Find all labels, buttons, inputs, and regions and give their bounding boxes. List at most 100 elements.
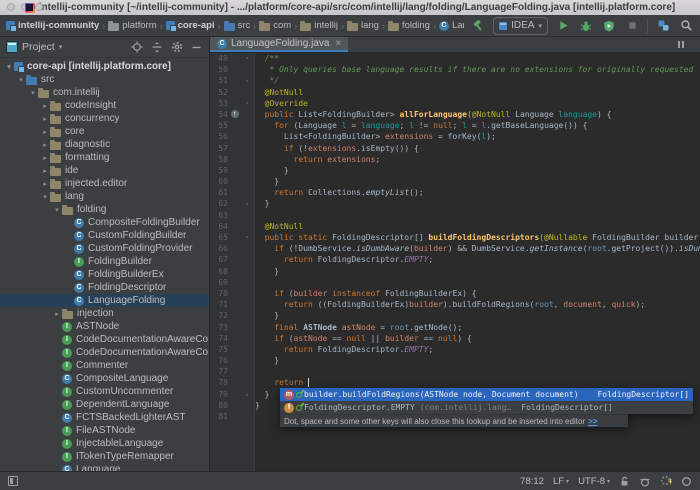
tree-item[interactable]: I DependentLanguage xyxy=(0,398,209,411)
locate-file-button[interactable] xyxy=(130,41,143,54)
tree-item[interactable]: I ASTNode xyxy=(0,320,209,333)
chevron-collapsed-icon[interactable]: ▸ xyxy=(40,115,50,123)
tree-item[interactable]: ▸ core xyxy=(0,125,209,138)
hector-inspector-icon[interactable] xyxy=(639,476,651,487)
tree-item[interactable]: ▸ codeInsight xyxy=(0,99,209,112)
stop-button[interactable] xyxy=(624,18,640,34)
tree-item[interactable]: ▸ injected.editor xyxy=(0,177,209,190)
tree-item[interactable]: C CompositeFoldingBuilder xyxy=(0,216,209,229)
tree-item[interactable]: I FoldingBuilder xyxy=(0,255,209,268)
breadcrumb-item[interactable]: platform xyxy=(108,20,157,31)
code-token: return xyxy=(283,300,313,310)
tree-item[interactable]: I ITokenTypeRemapper xyxy=(0,450,209,463)
fold-marker-icon[interactable]: ▾ xyxy=(241,53,253,64)
tree-item[interactable]: C CustomFoldingBuilder xyxy=(0,229,209,242)
breadcrumb-separator: › xyxy=(159,20,163,31)
tree-item[interactable]: I CodeDocumentationAwareCo xyxy=(0,333,209,346)
breadcrumb-item[interactable]: com xyxy=(259,20,291,31)
chevron-collapsed-icon[interactable]: ▸ xyxy=(52,310,62,318)
completion-item[interactable]: f FoldingDescriptor.EMPTY (com.intellij.la… xyxy=(280,401,693,414)
tree-item[interactable]: ▸ diagnostic xyxy=(0,138,209,151)
tree-item[interactable]: I Commenter xyxy=(0,359,209,372)
tab-languagefolding-java[interactable]: C LanguageFolding.java × xyxy=(210,37,349,52)
tree-item[interactable]: ▾ core-api [intellij.platform.core] xyxy=(0,60,209,73)
chevron-down-icon[interactable]: ▾ xyxy=(59,43,63,51)
code-token: root xyxy=(587,244,607,254)
project-structure-button[interactable] xyxy=(655,18,671,34)
breadcrumb-label: platform xyxy=(122,20,157,31)
run-with-coverage-button[interactable] xyxy=(601,18,617,34)
breadcrumb-item[interactable]: core-api xyxy=(165,20,215,31)
breadcrumb-item[interactable]: intellij xyxy=(300,20,338,31)
breadcrumb-item[interactable]: intellij-community xyxy=(6,20,99,31)
search-everywhere-button[interactable] xyxy=(678,18,694,34)
package-icon xyxy=(50,100,61,111)
encoding-select[interactable]: UTF-8 ▾ xyxy=(578,476,610,487)
tree-item[interactable]: ▸ concurrency xyxy=(0,112,209,125)
settings-gear-icon[interactable] xyxy=(170,41,183,54)
toolwindow-toggle-icon[interactable] xyxy=(8,476,18,486)
tree-item[interactable]: ▾ com.intellij xyxy=(0,86,209,99)
tree-item[interactable]: C LanguageFolding xyxy=(0,294,209,307)
tree-item[interactable]: C Language xyxy=(0,463,209,471)
chevron-collapsed-icon[interactable]: ▸ xyxy=(40,167,50,175)
tree-item[interactable]: ▸ injection xyxy=(0,307,209,320)
tree-item[interactable]: C FoldingDescriptor xyxy=(0,281,209,294)
tree-item[interactable]: I CustomUncommenter xyxy=(0,385,209,398)
readonly-lock-icon[interactable] xyxy=(619,476,630,487)
line-number: 66 xyxy=(218,244,228,254)
tree-item[interactable]: I InjectableLanguage xyxy=(0,437,209,450)
chevron-expanded-icon[interactable]: ▾ xyxy=(16,76,26,84)
close-icon[interactable]: × xyxy=(335,38,341,49)
debug-button[interactable] xyxy=(578,18,594,34)
collapse-all-button[interactable] xyxy=(150,41,163,54)
tree-item[interactable]: C CompositeLanguage xyxy=(0,372,209,385)
overriding-method-icon[interactable]: ↑ xyxy=(228,109,241,120)
run-configuration-select[interactable]: IDEA ▾ xyxy=(493,16,548,35)
completion-hint-link[interactable]: >> xyxy=(588,417,597,426)
project-panel-title[interactable]: Project xyxy=(22,41,55,53)
chevron-expanded-icon[interactable]: ▾ xyxy=(28,89,38,97)
breadcrumb-item[interactable]: lang xyxy=(346,20,379,31)
breadcrumb-item[interactable]: src xyxy=(223,20,250,31)
run-button[interactable] xyxy=(555,18,571,34)
breadcrumb-item[interactable]: folding xyxy=(387,20,430,31)
fold-slot xyxy=(241,355,253,366)
build-hammer-button[interactable] xyxy=(470,18,486,34)
chevron-collapsed-icon[interactable]: ▸ xyxy=(40,154,50,162)
tree-item[interactable]: ▾ src xyxy=(0,73,209,86)
tree-item[interactable]: C CustomFoldingProvider xyxy=(0,242,209,255)
tree-item[interactable]: ▾ folding xyxy=(0,203,209,216)
fold-marker-icon[interactable]: ▴ xyxy=(241,389,253,400)
completion-item[interactable]: m builder.buildFoldRegions(ASTNode node, … xyxy=(280,388,693,401)
chevron-collapsed-icon[interactable]: ▸ xyxy=(40,180,50,188)
tree-item[interactable]: ▾ lang xyxy=(0,190,209,203)
fold-marker-icon[interactable]: ▴ xyxy=(241,75,253,86)
breadcrumb-label: core-api xyxy=(177,20,215,31)
fold-marker-icon[interactable]: ▾ xyxy=(241,232,253,243)
chevron-expanded-icon[interactable]: ▾ xyxy=(4,63,14,71)
chevron-expanded-icon[interactable]: ▾ xyxy=(52,206,62,214)
code-text: return xyxy=(253,377,700,388)
close-window-button[interactable] xyxy=(7,3,15,11)
cursor-position[interactable]: 78:12 xyxy=(520,476,544,487)
tree-item[interactable]: ▸ ide xyxy=(0,164,209,177)
fold-marker-icon[interactable]: ▾ xyxy=(241,98,253,109)
fold-marker-icon[interactable]: ▴ xyxy=(241,198,253,209)
zoom-window-button[interactable] xyxy=(35,3,43,11)
code-token: instanceof xyxy=(332,288,381,298)
tree-item[interactable]: I FileASTNode xyxy=(0,424,209,437)
breadcrumb-item[interactable]: CLanguageFolding xyxy=(438,20,464,31)
tree-item[interactable]: ▸ formatting xyxy=(0,151,209,164)
hide-panel-button[interactable] xyxy=(190,41,203,54)
chevron-collapsed-icon[interactable]: ▸ xyxy=(40,102,50,110)
chevron-expanded-icon[interactable]: ▾ xyxy=(40,193,50,201)
update-available-icon[interactable] xyxy=(660,475,672,487)
chevron-collapsed-icon[interactable]: ▸ xyxy=(40,128,50,136)
tree-item[interactable]: C FoldingBuilderEx xyxy=(0,268,209,281)
chevron-collapsed-icon[interactable]: ▸ xyxy=(40,141,50,149)
line-separator-select[interactable]: LF ▾ xyxy=(553,476,569,487)
notifications-icon[interactable] xyxy=(681,476,692,487)
tree-item[interactable]: C FCTSBackedLighterAST xyxy=(0,411,209,424)
tree-item[interactable]: I CodeDocumentationAwareCo xyxy=(0,346,209,359)
